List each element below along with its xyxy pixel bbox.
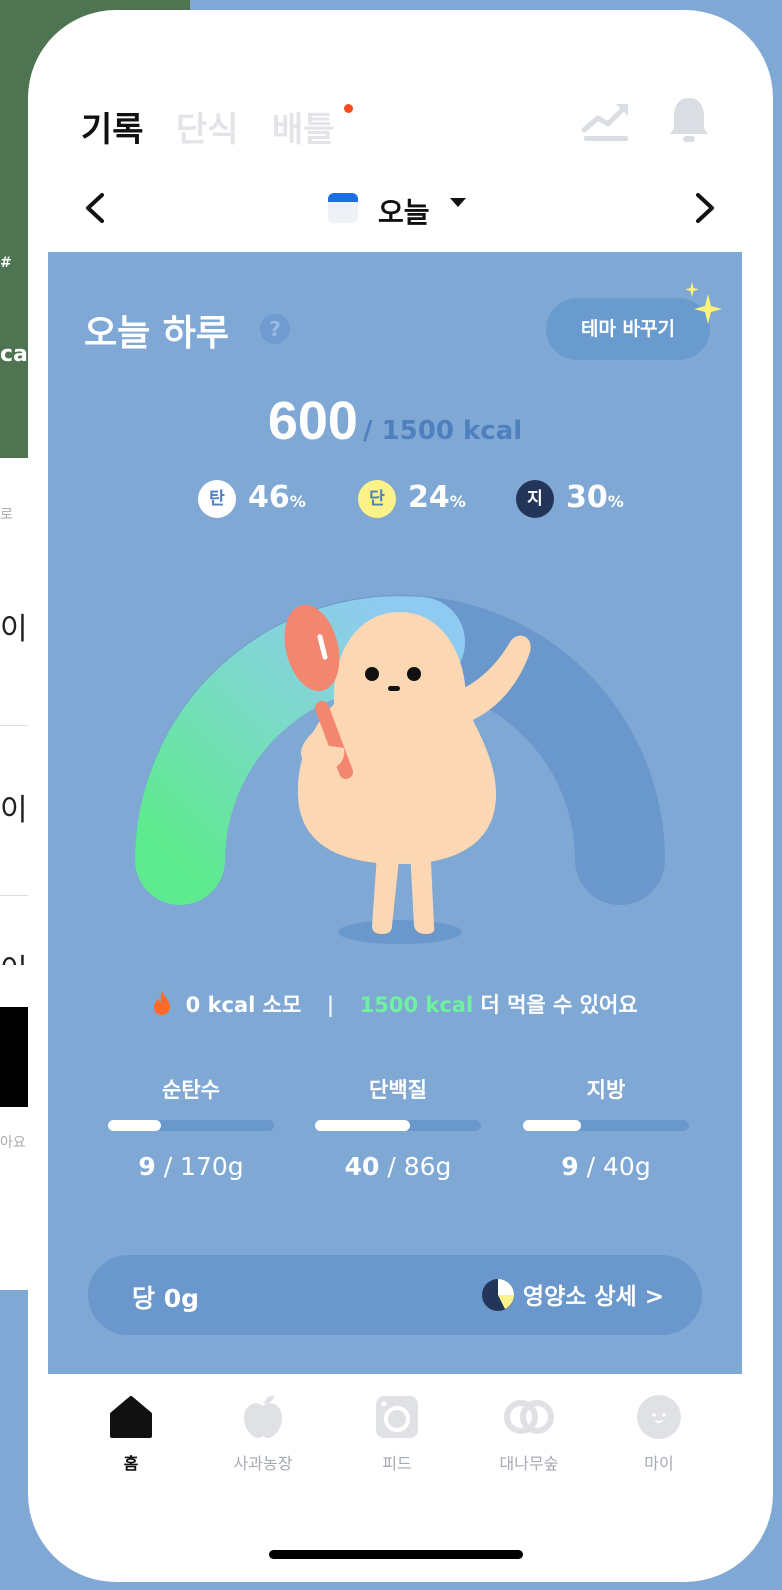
nav-label: 대나무숲 — [499, 1454, 559, 1473]
nutrient-name: 단백질 — [369, 1078, 427, 1102]
flame-icon — [154, 991, 171, 1015]
calories-eaten: 600 — [267, 391, 358, 451]
card-title: 오늘 하루 — [84, 313, 230, 354]
sugar-label: 당 0g — [132, 1284, 199, 1313]
chevron-left-icon[interactable] — [78, 185, 112, 231]
bell-icon[interactable] — [668, 94, 710, 144]
nutrient-net-carbs: 순탄수 9 / 170g — [106, 1074, 276, 1181]
background-fragment: 이 — [0, 793, 28, 828]
nutrient-detail-link[interactable]: 영양소 상세 > — [481, 1277, 664, 1312]
protein-badge: 단 — [358, 480, 396, 518]
background-fragment: 이 — [0, 945, 28, 965]
home-indicator[interactable] — [269, 1550, 523, 1559]
bamboo-icon — [504, 1400, 554, 1434]
protein-percent: 24% — [408, 480, 466, 515]
remaining-calories: 1500 kcal — [359, 993, 474, 1017]
nutrient-fat: 지방 9 / 40g — [521, 1074, 691, 1181]
background-fragment: 아요 — [0, 1135, 26, 1151]
nutrient-value: 9 / 40g — [561, 1152, 651, 1181]
sparkle-icon — [685, 282, 722, 324]
camera-icon — [376, 1396, 418, 1438]
notification-dot — [344, 104, 353, 113]
phone-screen: 기록 단식 배틀 오늘 오늘 하루 ? 테마 바꾸기 600 / 1500 kc… — [28, 10, 773, 1582]
mascot-shadow — [338, 920, 462, 944]
tab-battle[interactable]: 배틀 — [272, 102, 335, 151]
bottom-navigation: 홈 사과농장 피드 대나무숲 마이 — [28, 1374, 773, 1494]
nutrient-fill — [108, 1120, 162, 1131]
nutrient-fill — [315, 1120, 410, 1131]
nutrient-track — [108, 1120, 274, 1131]
nav-item-feed[interactable]: 피드 — [342, 1392, 452, 1474]
nav-item-my[interactable]: 마이 — [604, 1392, 714, 1474]
burn-separator: | — [326, 993, 335, 1017]
nav-item-apple-farm[interactable]: 사과농장 — [208, 1392, 318, 1474]
nutrient-value: 40 / 86g — [344, 1152, 452, 1181]
nutrient-name: 순탄수 — [162, 1078, 220, 1102]
nav-label: 피드 — [382, 1454, 412, 1473]
background-fragment: 이 — [0, 612, 28, 647]
tab-fasting[interactable]: 단식 — [176, 102, 239, 151]
nutrient-track — [315, 1120, 481, 1131]
background-fragment: ca — [0, 342, 28, 367]
sugar-summary-bar[interactable]: 당 0g 영양소 상세 > — [88, 1255, 702, 1335]
remaining-suffix: 더 먹을 수 있어요 — [480, 993, 638, 1017]
trend-icon[interactable] — [580, 98, 632, 144]
nutrient-track — [523, 1120, 689, 1131]
top-bar: 기록 단식 배틀 오늘 — [28, 10, 773, 260]
nav-item-bamboo-forest[interactable]: 대나무숲 — [474, 1392, 584, 1474]
profile-icon — [637, 1395, 681, 1439]
pie-chart-icon — [481, 1279, 514, 1311]
help-icon[interactable]: ? — [260, 314, 290, 344]
carb-percent: 46% — [248, 480, 306, 515]
nutrient-name: 지방 — [586, 1078, 626, 1102]
nutrient-protein: 단백질 40 / 86g — [313, 1074, 483, 1181]
fat-badge: 지 — [516, 480, 554, 518]
burned-suffix: 소모 — [262, 993, 302, 1017]
background-fragment: # — [0, 255, 12, 271]
daily-summary-card: 오늘 하루 ? 테마 바꾸기 600 / 1500 kcal 탄 46% 단 2… — [48, 252, 742, 1374]
macro-ratio-row: 탄 46% 단 24% 지 30% — [48, 480, 742, 530]
nav-item-home[interactable]: 홈 — [76, 1392, 186, 1474]
background-fragment: 로 — [0, 507, 13, 523]
tab-record[interactable]: 기록 — [81, 102, 144, 151]
calorie-summary: 600 / 1500 kcal — [48, 390, 742, 452]
chevron-right-icon[interactable] — [688, 185, 722, 231]
calorie-burn-summary: 0 kcal 소모 | 1500 kcal 더 먹을 수 있어요 — [48, 989, 742, 1019]
calorie-goal: / 1500 kcal — [363, 416, 523, 446]
home-icon — [110, 1396, 152, 1438]
carb-badge: 탄 — [198, 480, 236, 518]
nutrient-progress: 순탄수 9 / 170g 단백질 40 / 86g 지방 9 / 40g — [48, 1074, 742, 1194]
calorie-gauge — [135, 595, 665, 944]
apple-icon — [244, 1395, 282, 1438]
nav-label: 사과농장 — [233, 1454, 293, 1473]
fat-percent: 30% — [566, 480, 624, 515]
nutrient-fill — [523, 1120, 582, 1131]
calendar-icon — [328, 193, 358, 223]
nav-label: 마이 — [644, 1454, 674, 1473]
caret-down-icon[interactable] — [450, 198, 466, 207]
burned-calories: 0 kcal — [185, 993, 256, 1017]
nutrient-value: 9 / 170g — [138, 1152, 244, 1181]
nav-label: 홈 — [123, 1454, 139, 1473]
date-navigator: 오늘 — [28, 185, 773, 235]
date-label[interactable]: 오늘 — [378, 191, 430, 231]
